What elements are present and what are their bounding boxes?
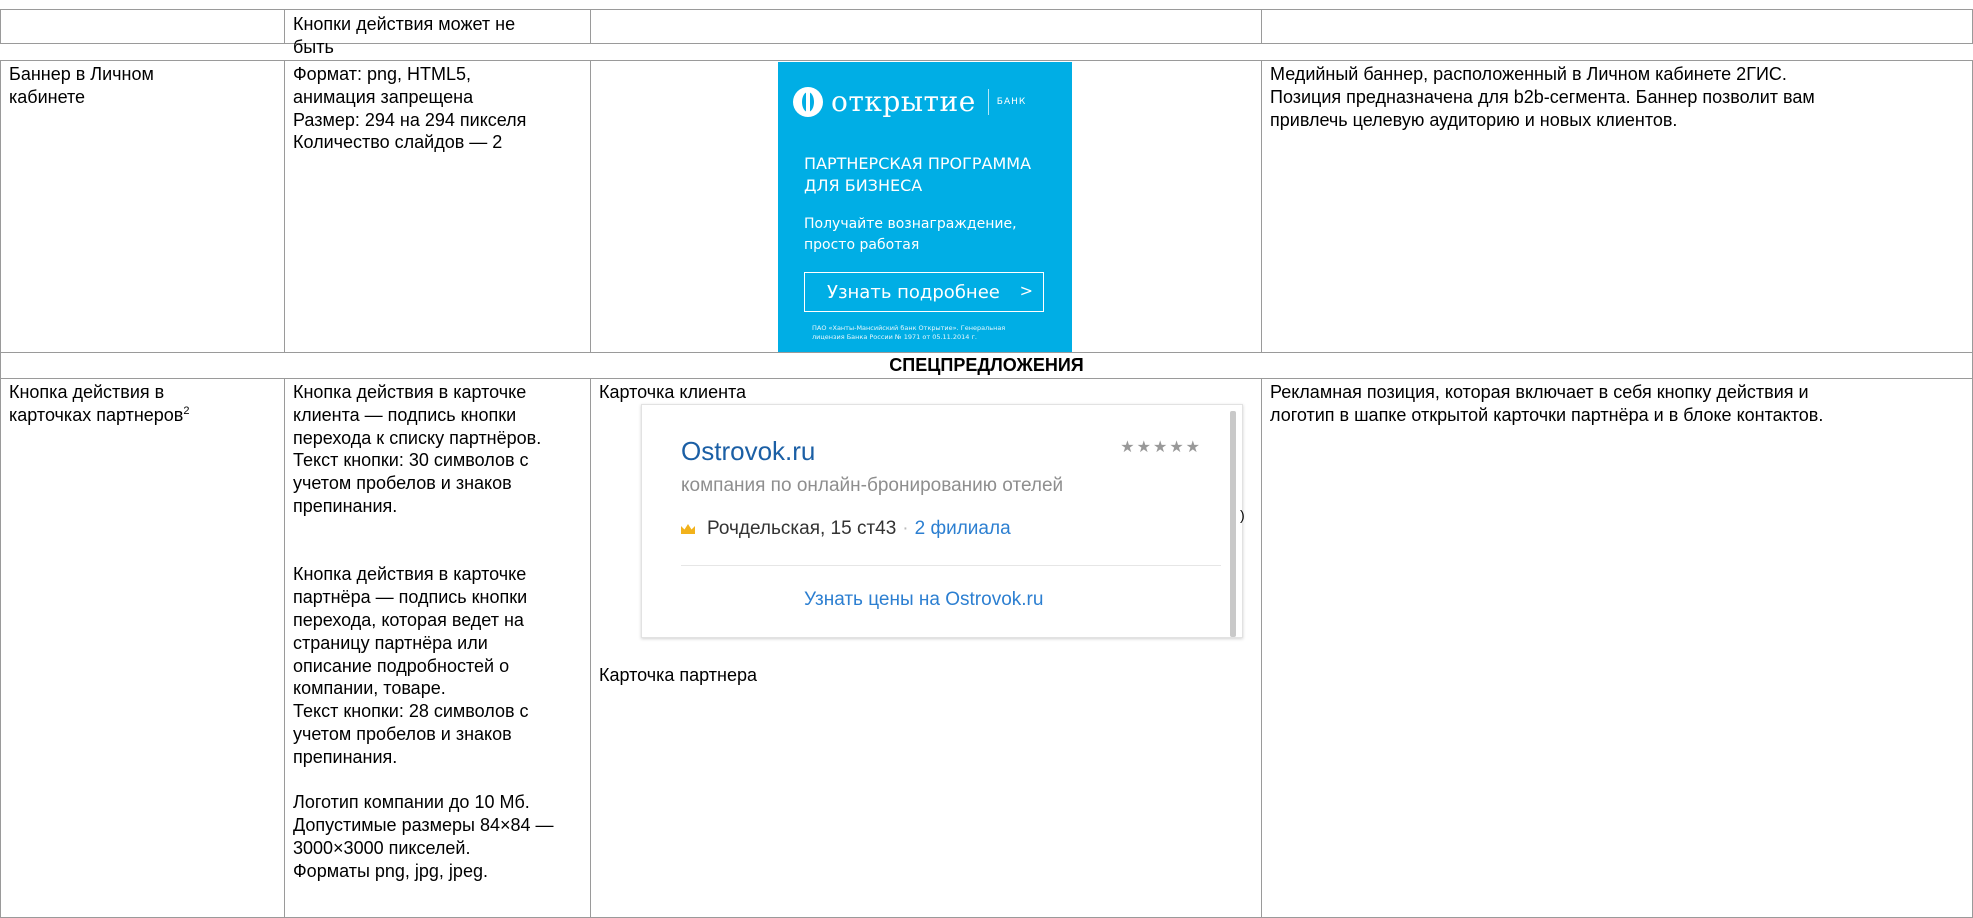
row2-specs-cell: Кнопка действия в карточке клиента — под… — [284, 378, 591, 918]
row1-info-cell: Медийный баннер, расположенный в Личном … — [1261, 60, 1973, 353]
row0-preview-cell — [590, 9, 1262, 44]
partner-action-button[interactable]: Узнать цены на Ostrovok.ru — [804, 589, 1043, 611]
card-scrollbar[interactable] — [1230, 411, 1236, 637]
partner-card-label: Карточка партнера — [599, 665, 758, 685]
banner-title: ПАРТНЕРСКАЯ ПРОГРАММА ДЛЯ БИЗНЕСА — [804, 154, 1032, 195]
company-address: Рочдельская, 15 ст43 · 2 филиала — [681, 518, 1011, 540]
learn-more-label: Узнать подробнее — [827, 281, 1000, 303]
card-divider — [681, 565, 1221, 566]
branches-link[interactable]: 2 филиала — [915, 518, 1011, 540]
bank-logo-text: открытие — [831, 85, 976, 118]
side-mark: ) — [1240, 507, 1245, 523]
section-header: СПЕЦПРЕДЛОЖЕНИЯ — [0, 352, 1973, 379]
company-description: компания по онлайн-бронированию отелей — [681, 475, 1064, 496]
crown-icon — [681, 524, 695, 534]
row2-name-cell: Кнопка действия в карточках партнеров2 — [0, 378, 285, 918]
bank-logo: открытие БАНК — [793, 85, 1026, 118]
row2-name-text: Кнопка действия в карточках партнеров — [9, 382, 184, 425]
chevron-right-icon: > — [1019, 281, 1033, 300]
row0-name-cell — [0, 9, 285, 44]
company-name[interactable]: Ostrovok.ru — [681, 436, 815, 467]
row1-specs-cell: Формат: png, HTML5, анимация запрещена Р… — [284, 60, 591, 353]
client-card-preview: Ostrovok.ru ★★★★★ компания по онлайн-бро… — [641, 404, 1243, 638]
banner-legal-text: ПАО «Ханты-Мансийский банк Открытие». Ге… — [812, 324, 1006, 341]
row2-info-cell: Рекламная позиция, которая включает в се… — [1261, 378, 1973, 918]
rating-stars: ★★★★★ — [1120, 439, 1202, 456]
client-card-label: Карточка клиента — [599, 382, 747, 402]
row0-info-cell — [1261, 9, 1973, 44]
address-separator: · — [902, 518, 909, 539]
learn-more-button[interactable]: Узнать подробнее > — [804, 272, 1044, 312]
logo-separator — [987, 88, 989, 115]
row1-name-cell: Баннер в Личном кабинете — [0, 60, 285, 353]
partner-banner[interactable]: открытие БАНК ПАРТНЕРСКАЯ ПРОГРАММА ДЛЯ … — [778, 62, 1072, 352]
address-text: Рочдельская, 15 ст43 — [707, 518, 897, 539]
bank-logo-sub: БАНК — [996, 96, 1027, 107]
footnote-mark: 2 — [183, 404, 190, 417]
bank-logo-icon — [793, 86, 823, 117]
row0-specs-cell: Кнопки действия может не быть — [284, 9, 591, 57]
banner-text: Получайте вознаграждение, просто работая — [804, 216, 1017, 253]
